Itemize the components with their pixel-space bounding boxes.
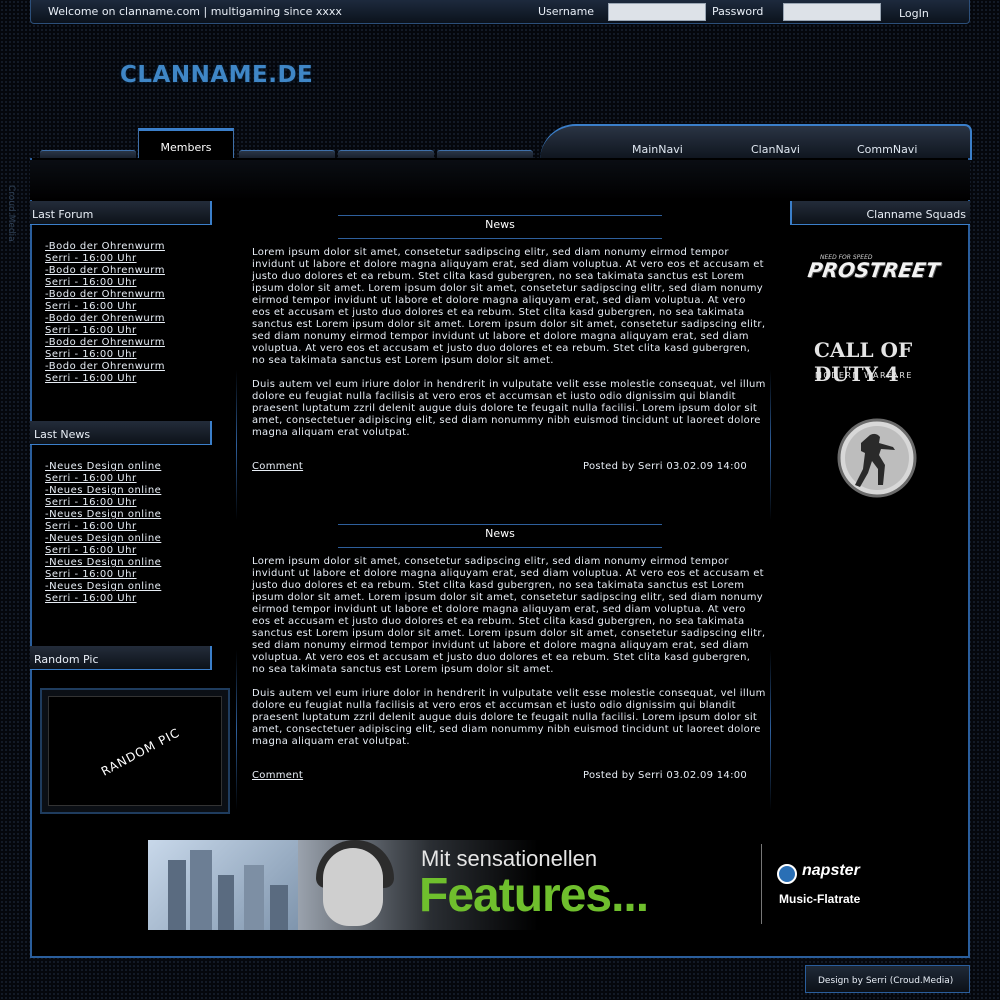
random-pic-header: Random Pic [30,646,212,670]
divider [770,370,771,520]
password-label: Password [712,5,764,18]
list-item[interactable]: Serri - 16:00 Uhr [45,545,161,557]
news-body: Lorem ipsum dolor sit amet, consetetur s… [252,247,766,451]
news-body: Lorem ipsum dolor sit amet, consetetur s… [252,556,766,760]
last-news-list: -Neues Design online Serri - 16:00 Uhr -… [45,461,161,605]
divider [236,650,237,810]
divider [770,650,771,810]
username-input[interactable] [608,3,706,21]
banner-line2: Features... [419,869,649,922]
news-paragraph: Duis autem vel eum iriure dolor in hendr… [252,379,766,438]
banner-brand: napster [802,862,860,879]
news-paragraph: Lorem ipsum dolor sit amet, consetetur s… [252,556,766,675]
news-title: News [338,215,662,231]
comment-link[interactable]: Comment [252,770,303,781]
nav-commnavi[interactable]: CommNavi [857,143,917,156]
face-shape [323,848,383,926]
last-news-title: Last News [34,428,91,441]
divider [338,547,662,548]
list-item[interactable]: -Neues Design online [45,509,161,521]
side-watermark: Croud.Media [6,185,16,242]
list-item[interactable]: -Neues Design online [45,461,161,473]
list-item[interactable]: -Bodo der Ohrenwurm [45,337,165,349]
random-pic-image: RANDOM PIC [48,696,222,806]
last-forum-title: Last Forum [32,208,94,221]
cod-sub-text: MODERN WARFARE [815,371,913,380]
list-item[interactable]: Serri - 16:00 Uhr [45,253,165,265]
login-button[interactable]: LogIn [899,7,929,20]
squad-logo-nfs[interactable]: NEED FOR SPEED PROSTREET [798,246,958,296]
list-item[interactable]: Serri - 16:00 Uhr [45,497,161,509]
list-item[interactable]: Serri - 16:00 Uhr [45,569,161,581]
divider [338,238,662,239]
list-item[interactable]: -Bodo der Ohrenwurm [45,265,165,277]
list-item[interactable]: Serri - 16:00 Uhr [45,349,165,361]
list-item[interactable]: Serri - 16:00 Uhr [45,325,165,337]
last-news-header: Last News [30,421,212,445]
ad-banner[interactable]: Mit sensationellen Features... napster M… [148,840,863,930]
news-paragraph: Duis autem vel eum iriure dolor in hendr… [252,688,766,747]
banner-tagline: Music-Flatrate [779,892,861,906]
divider [236,370,237,520]
squad-logo-cod[interactable]: CALL OF DUTY 4 MODERN WARFARE [806,336,956,386]
list-item[interactable]: Serri - 16:00 Uhr [45,473,161,485]
design-credit: Design by Serri (Croud.Media) [805,965,970,993]
list-item[interactable]: -Neues Design online [45,557,161,569]
list-item[interactable]: Serri - 16:00 Uhr [45,521,161,533]
last-forum-list: -Bodo der Ohrenwurm Serri - 16:00 Uhr -B… [45,241,165,385]
list-item[interactable]: -Neues Design online [45,581,161,593]
city-image [148,840,298,930]
list-item[interactable]: -Bodo der Ohrenwurm [45,361,165,373]
inner-bar [30,160,970,200]
password-input[interactable] [783,3,881,21]
username-label: Username [538,5,595,18]
news-paragraph: Lorem ipsum dolor sit amet, consetetur s… [252,247,766,366]
list-item[interactable]: Serri - 16:00 Uhr [45,277,165,289]
napster-icon [777,864,797,884]
list-item[interactable]: -Neues Design online [45,485,161,497]
nav-clannavi[interactable]: ClanNavi [751,143,800,156]
random-pic-label: RANDOM PIC [98,725,183,779]
posted-by: Posted by Serri 03.02.09 14:00 [583,770,748,781]
list-item[interactable]: Serri - 16:00 Uhr [45,301,165,313]
site-logo[interactable]: CLANNAME.DE [120,62,313,88]
nav-mainnavi[interactable]: MainNavi [632,143,683,156]
last-forum-header: Last Forum [30,201,212,225]
list-item[interactable]: -Bodo der Ohrenwurm [45,289,165,301]
list-item[interactable]: Serri - 16:00 Uhr [45,593,161,605]
nfs-logo-text: PROSTREET [806,258,942,282]
squads-header: Clanname Squads [790,201,970,225]
list-item[interactable]: Serri - 16:00 Uhr [45,373,165,385]
news-title: News [338,524,662,540]
list-item[interactable]: -Neues Design online [45,533,161,545]
random-pic-box[interactable]: RANDOM PIC [40,688,230,814]
list-item[interactable]: -Bodo der Ohrenwurm [45,313,165,325]
random-pic-title: Random Pic [34,653,99,666]
counter-strike-icon [837,418,917,498]
list-item[interactable]: -Bodo der Ohrenwurm [45,241,165,253]
welcome-text: Welcome on clanname.com | multigaming si… [48,5,342,18]
divider [761,844,762,924]
squad-logo-cs[interactable] [836,417,918,499]
tab-members[interactable]: Members [138,128,234,160]
squads-title: Clanname Squads [866,208,966,221]
comment-link[interactable]: Comment [252,461,303,472]
tab-members-label: Members [160,141,212,154]
posted-by: Posted by Serri 03.02.09 14:00 [583,461,748,472]
